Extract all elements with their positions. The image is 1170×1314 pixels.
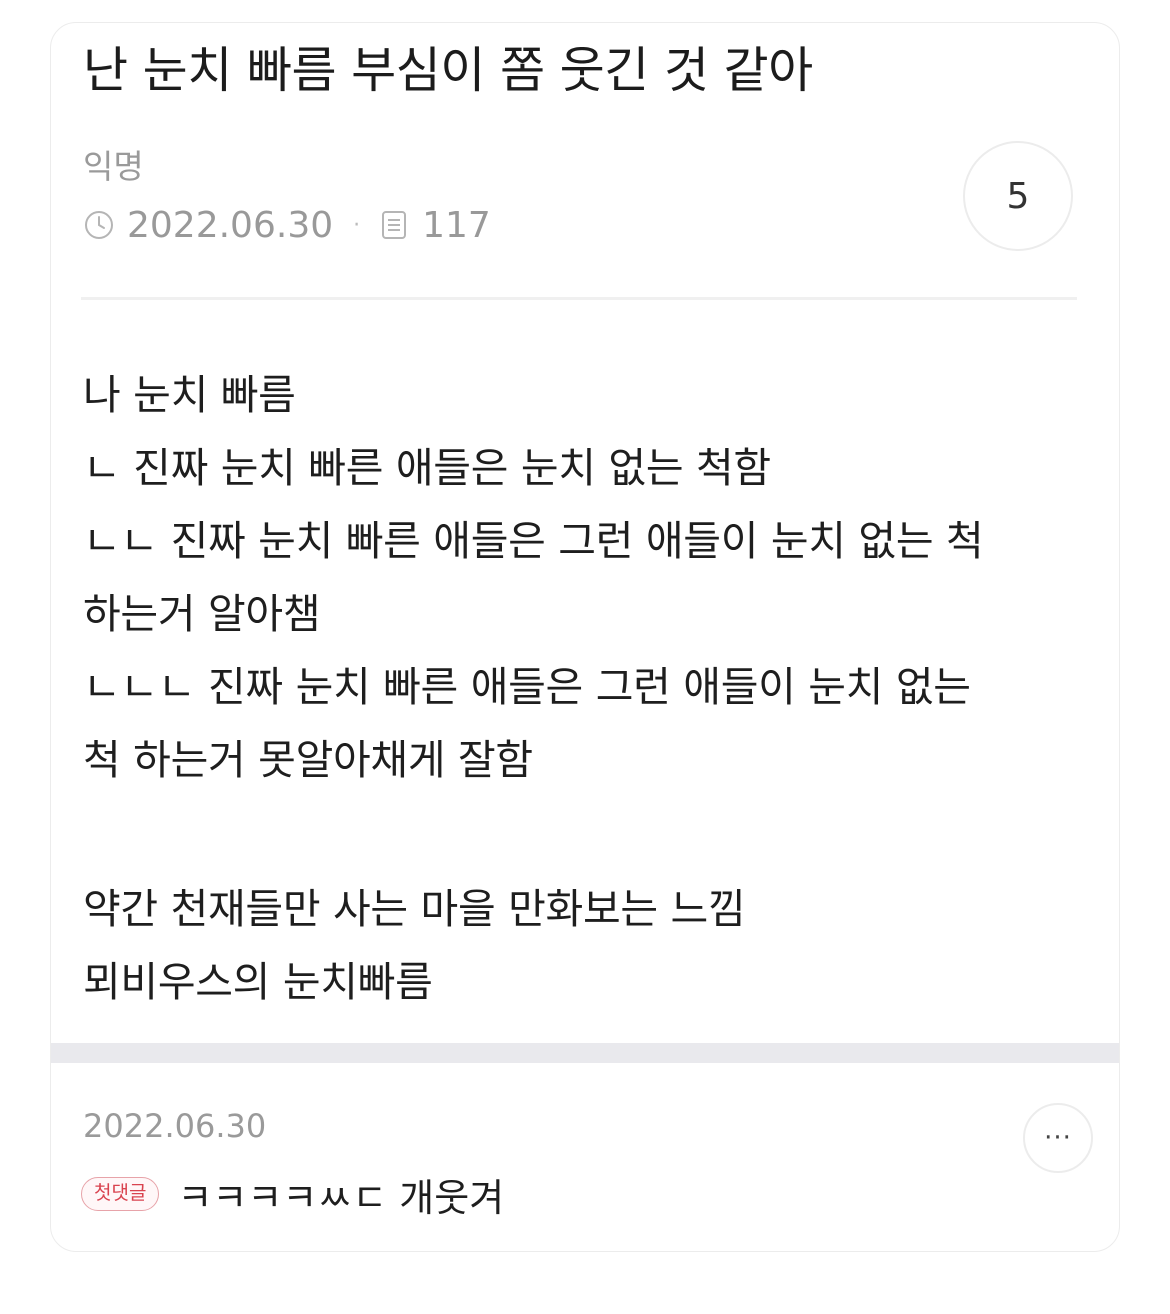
comment: 첫댓글 ㅋㅋㅋㅋㅆㄷ 개웃겨 — [81, 1167, 504, 1221]
section-separator — [51, 1043, 1119, 1063]
body-line: 뫼비우스의 눈치빠름 — [83, 958, 433, 1006]
comment-count-button[interactable]: 5 — [963, 141, 1073, 251]
comment-text: ㅋㅋㅋㅋㅆㄷ 개웃겨 — [177, 1175, 505, 1220]
body-line: 척 하는거 못알아채게 잘함 — [83, 736, 533, 784]
header-divider — [81, 297, 1077, 300]
post-title: 난 눈치 빠름 부심이 쫌 웃긴 것 같아 — [83, 42, 813, 99]
post-body: 나 눈치 빠름 ㄴ 진짜 눈치 빠른 애들은 눈치 없는 척함 ㄴㄴ 진짜 눈치… — [83, 359, 1083, 1019]
meta-separator: · — [353, 212, 361, 238]
post-date: 2022.06.30 — [127, 204, 334, 246]
post-author: 익명 — [83, 147, 144, 186]
body-line: ㄴㄴ 진짜 눈치 빠른 애들은 그런 애들이 눈치 없는 척 — [83, 517, 984, 565]
post-meta: 2022.06.30 · 117 — [81, 203, 491, 247]
first-comment-badge: 첫댓글 — [81, 1177, 160, 1211]
comment-count: 5 — [1006, 175, 1030, 217]
clock-icon — [81, 207, 117, 243]
document-icon — [376, 207, 412, 243]
body-line: ㄴ 진짜 눈치 빠른 애들은 눈치 없는 척함 — [83, 444, 771, 492]
body-spacer — [83, 797, 1083, 873]
post-views: 117 — [422, 204, 491, 246]
more-button[interactable]: ··· — [1023, 1103, 1093, 1173]
body-line: ㄴㄴㄴ 진짜 눈치 빠른 애들은 그런 애들이 눈치 없는 — [83, 663, 971, 711]
post-card: 난 눈치 빠름 부심이 쫌 웃긴 것 같아 익명 2022.06.30 · 11… — [50, 22, 1120, 1252]
body-line: 나 눈치 빠름 — [83, 371, 296, 419]
more-icon: ··· — [1044, 1123, 1072, 1153]
comment-date: 2022.06.30 — [83, 1107, 267, 1145]
body-line: 약간 천재들만 사는 마을 만화보는 느낌 — [83, 885, 746, 933]
body-line: 하는거 알아챔 — [83, 590, 321, 638]
